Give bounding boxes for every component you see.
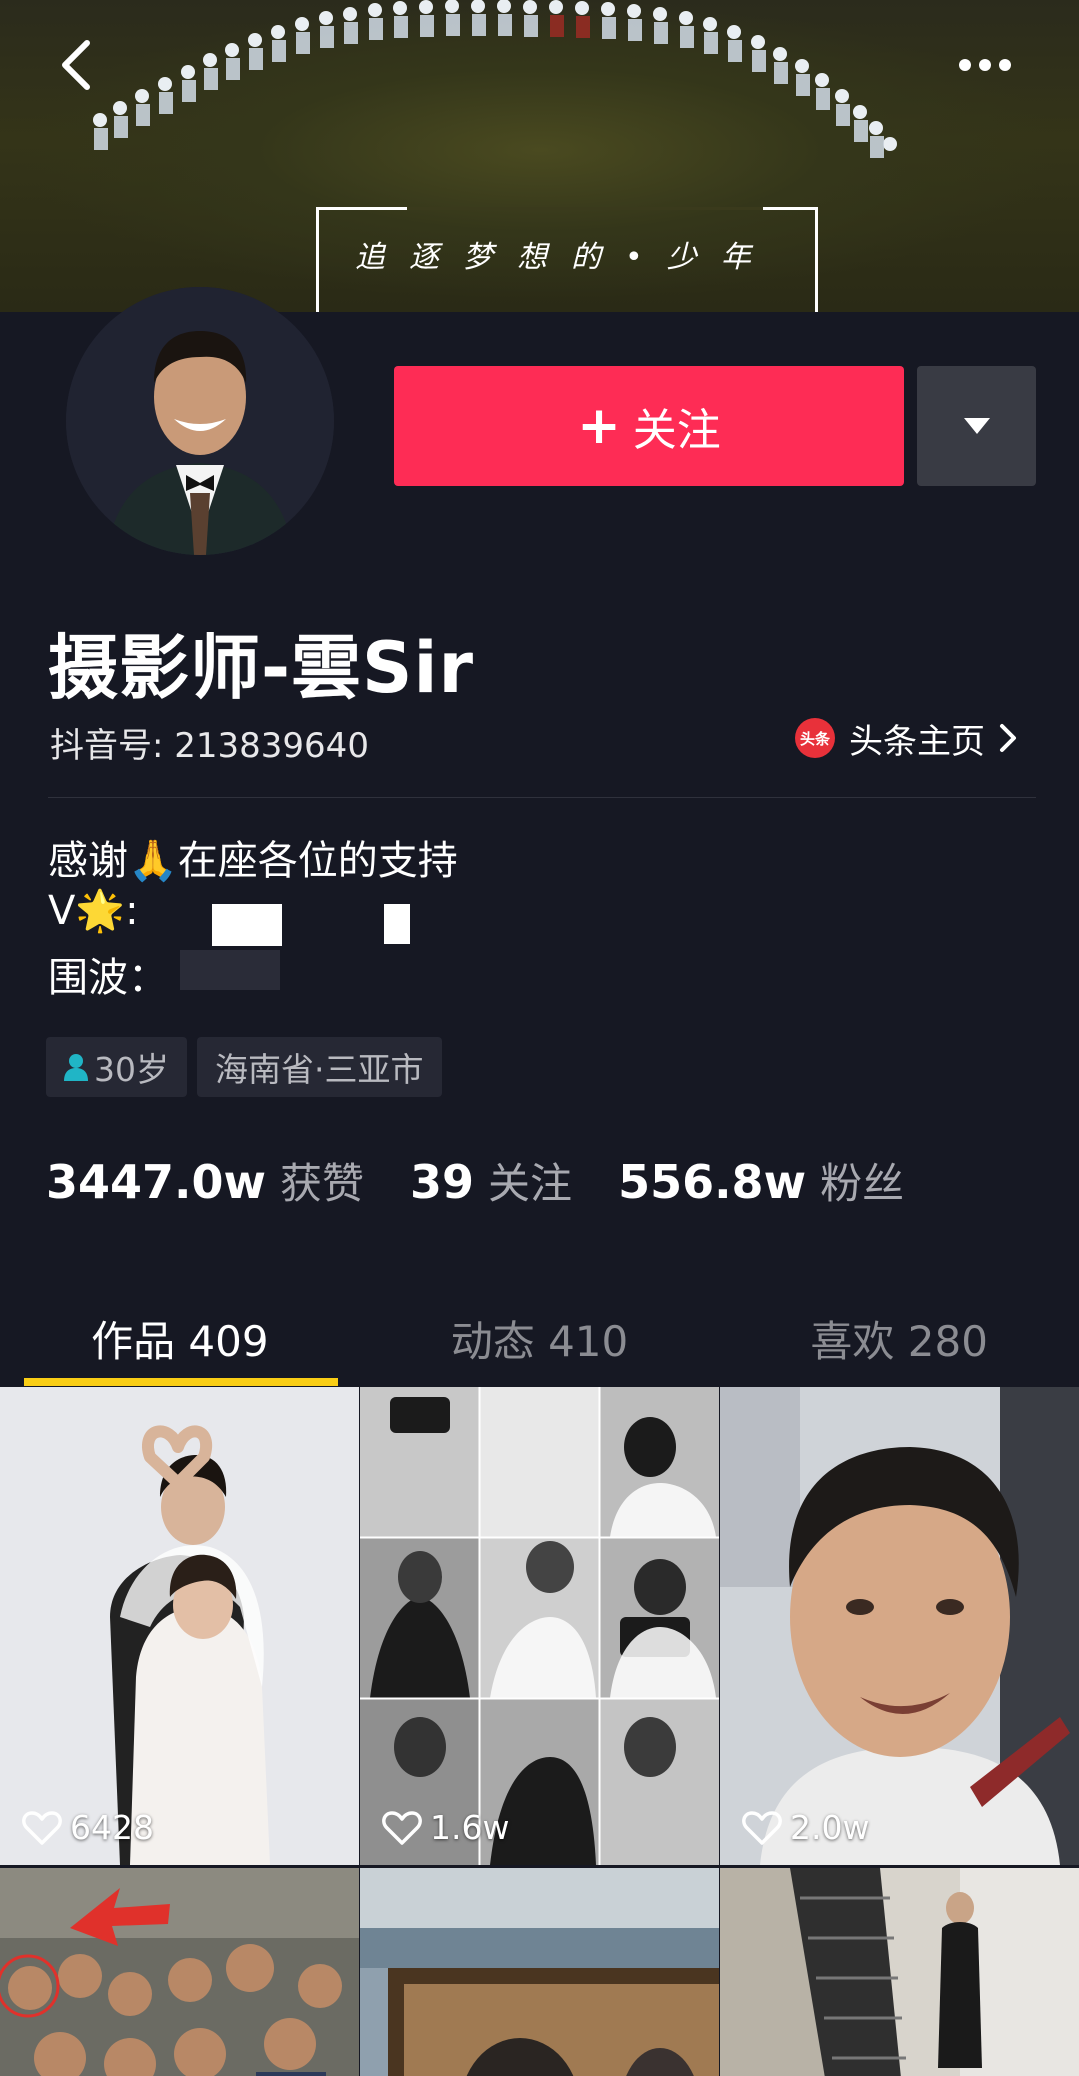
redaction-block: [384, 904, 410, 944]
video-thumbnail[interactable]: 2.0w: [720, 1387, 1079, 1865]
beach-frame-thumbnail: [360, 1868, 719, 2076]
heart-outline-icon: [22, 1810, 62, 1845]
tab-likes[interactable]: 喜欢 280: [719, 1290, 1079, 1386]
cover-image: 追逐梦想的•少年: [0, 0, 1079, 312]
person-icon: [64, 1054, 88, 1081]
wedding-couple-thumbnail: [0, 1387, 359, 1865]
like-count-value: 2.0w: [790, 1808, 870, 1847]
photo-collage-thumbnail: [360, 1387, 719, 1865]
recommend-dropdown-button[interactable]: [917, 366, 1036, 486]
back-arrow-icon: [62, 40, 90, 90]
children-group-thumbnail: [0, 1868, 359, 2076]
followers-stat[interactable]: 556.8w 粉丝: [618, 1150, 904, 1211]
heart-outline-icon: [382, 1810, 422, 1845]
video-thumbnail[interactable]: 1.6w: [360, 1387, 719, 1865]
toutiao-homepage-link[interactable]: 头条 头条主页: [795, 713, 1017, 763]
chevron-right-icon: [1000, 724, 1016, 752]
bio-line: 感谢🙏在座各位的支持: [48, 838, 458, 884]
following-count: 39: [410, 1155, 475, 1209]
video-thumbnail[interactable]: [720, 1868, 1079, 2076]
heart-outline-icon: [742, 1810, 782, 1845]
video-thumbnail[interactable]: [0, 1868, 359, 2076]
like-count: 1.6w: [382, 1808, 509, 1847]
avatar-photo: [66, 287, 334, 555]
profile-stats: 3447.0w 获赞 39 关注 556.8w 粉丝: [46, 1150, 950, 1211]
follow-label: 关注: [632, 405, 721, 456]
crowd-photo: [93, 0, 897, 158]
video-thumbnail[interactable]: 6428: [0, 1387, 359, 1865]
likes-stat: 3447.0w 获赞: [46, 1150, 364, 1211]
location-label: 海南省·三亚市: [215, 1050, 424, 1089]
more-dots-icon: [959, 59, 1011, 71]
bio-line: V🌟:: [48, 888, 139, 934]
douyin-id: 抖音号: 213839640: [50, 726, 369, 766]
tab-posts[interactable]: 动态 410: [360, 1290, 720, 1386]
following-stat[interactable]: 39 关注: [410, 1150, 572, 1211]
back-button[interactable]: [40, 30, 110, 100]
video-thumbnail[interactable]: [360, 1868, 719, 2076]
selfie-thumbnail: [720, 1387, 1079, 1865]
divider: [48, 797, 1036, 798]
age-tag: 30岁: [46, 1037, 187, 1097]
like-count: 2.0w: [742, 1808, 869, 1847]
followers-label: 粉丝: [820, 1159, 905, 1208]
redaction-block: [212, 904, 282, 946]
location-tag: 海南省·三亚市: [197, 1037, 442, 1097]
likes-label: 获赞: [280, 1159, 365, 1208]
redaction-block: [180, 950, 280, 990]
nickname: 摄影师-雲Sir: [48, 627, 474, 709]
content-tabs: 作品 409 动态 410 喜欢 280: [0, 1290, 1079, 1386]
tab-works[interactable]: 作品 409: [0, 1290, 360, 1386]
toutiao-label: 头条主页: [849, 721, 985, 762]
cover-slogan: 追逐梦想的•少年: [355, 240, 775, 275]
video-grid: 6428 1.6w 2.0w: [0, 1387, 1079, 2076]
like-count-value: 6428: [70, 1808, 154, 1847]
like-count: 6428: [22, 1808, 154, 1847]
interior-stairs-thumbnail: [720, 1868, 1079, 2076]
plus-icon: +: [577, 396, 621, 456]
like-count-value: 1.6w: [430, 1808, 510, 1847]
followers-count: 556.8w: [618, 1155, 807, 1209]
profile-tags: 30岁 海南省·三亚市: [46, 1037, 442, 1097]
bio-line: 围波：: [48, 955, 168, 1001]
toutiao-logo-icon: 头条: [795, 718, 835, 758]
likes-count: 3447.0w: [46, 1155, 267, 1209]
follow-button[interactable]: + 关注: [394, 366, 904, 486]
more-button[interactable]: [950, 30, 1020, 100]
age-label: 30岁: [94, 1050, 169, 1089]
avatar[interactable]: [66, 287, 334, 555]
active-tab-indicator: [24, 1378, 338, 1386]
triangle-down-icon: [963, 418, 990, 434]
following-label: 关注: [488, 1159, 573, 1208]
